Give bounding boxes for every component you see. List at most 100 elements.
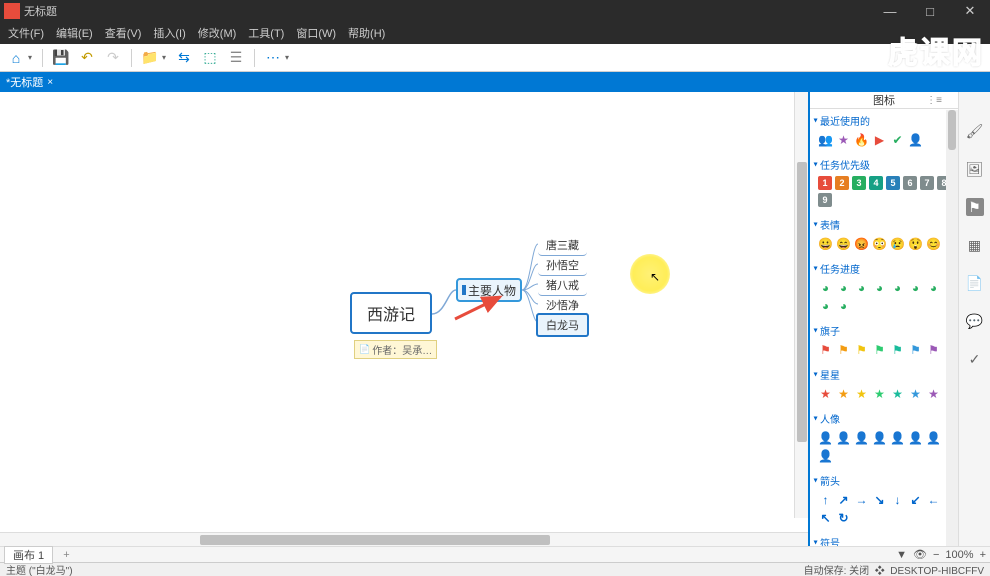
recent-icon[interactable]: 👤 bbox=[908, 132, 923, 147]
flag-icon[interactable]: ⚑ bbox=[818, 342, 833, 357]
recent-icon[interactable]: ★ bbox=[836, 132, 851, 147]
arrow-icon[interactable]: ← bbox=[926, 492, 941, 507]
menu-file[interactable]: 文件(F) bbox=[4, 23, 48, 43]
scrollbar-thumb[interactable] bbox=[200, 535, 550, 545]
rail-marker-icon[interactable]: ⚑ bbox=[966, 198, 984, 216]
zoom-in-button[interactable]: + bbox=[980, 549, 986, 561]
rail-format-icon[interactable]: 🖌 bbox=[966, 122, 984, 140]
root-note[interactable]: 📄 作者：吴承… bbox=[354, 340, 437, 359]
arrow-icon[interactable]: ↘ bbox=[872, 492, 887, 507]
filter-icon[interactable]: ▼ bbox=[896, 549, 907, 561]
mindmap-leaf-node-selected[interactable]: 白龙马 bbox=[536, 313, 589, 337]
arrow-icon[interactable]: ↓ bbox=[890, 492, 905, 507]
more-dropdown[interactable]: ▾ bbox=[285, 53, 289, 62]
rail-comment-icon[interactable]: 💬 bbox=[966, 312, 984, 330]
person-icon[interactable]: 👤 bbox=[890, 430, 905, 445]
progress-icon[interactable]: ◕ bbox=[818, 280, 833, 295]
arrow-icon[interactable]: ↑ bbox=[818, 492, 833, 507]
flag-icon[interactable]: ⚑ bbox=[926, 342, 941, 357]
mindmap-branch-node[interactable]: 主要人物 bbox=[456, 278, 522, 302]
smiley-icon[interactable]: 😲 bbox=[908, 236, 923, 251]
priority-icon[interactable]: 2 bbox=[835, 176, 849, 190]
star-icon[interactable]: ★ bbox=[818, 386, 833, 401]
progress-icon[interactable]: ◕ bbox=[926, 280, 941, 295]
menu-modify[interactable]: 修改(M) bbox=[194, 23, 241, 43]
star-icon[interactable]: ★ bbox=[836, 386, 851, 401]
smiley-icon[interactable]: 😊 bbox=[926, 236, 941, 251]
redo-icon[interactable]: ↷ bbox=[105, 50, 121, 66]
priority-icon[interactable]: 5 bbox=[886, 176, 900, 190]
arrow-icon[interactable]: ↻ bbox=[836, 510, 851, 525]
mindmap-canvas[interactable]: 西游记 📄 作者：吴承… 主要人物 唐三藏 孙悟空 猪八戒 沙悟净 白龙马 ↖ bbox=[0, 92, 808, 532]
share-icon[interactable]: ⇆ bbox=[176, 50, 192, 66]
section-recent[interactable]: 最近使用的 bbox=[814, 111, 954, 130]
rail-image-icon[interactable]: 🖼 bbox=[966, 160, 984, 178]
section-priority[interactable]: 任务优先级 bbox=[814, 155, 954, 174]
progress-icon[interactable]: ◕ bbox=[836, 298, 851, 313]
menu-window[interactable]: 窗口(W) bbox=[292, 23, 340, 43]
tab-close-icon[interactable]: × bbox=[47, 77, 53, 88]
rail-check-icon[interactable]: ✓ bbox=[966, 350, 984, 368]
arrow-icon[interactable]: → bbox=[854, 492, 869, 507]
mindmap-root-node[interactable]: 西游记 bbox=[350, 292, 432, 334]
person-icon[interactable]: 👤 bbox=[818, 430, 833, 445]
list-icon[interactable]: ☰ bbox=[228, 50, 244, 66]
arrow-icon[interactable]: ↗ bbox=[836, 492, 851, 507]
smiley-icon[interactable]: 😢 bbox=[890, 236, 905, 251]
mindmap-leaf-node[interactable]: 孙悟空 bbox=[538, 255, 587, 276]
section-stars[interactable]: 星星 bbox=[814, 365, 954, 384]
progress-icon[interactable]: ◕ bbox=[854, 280, 869, 295]
smiley-icon[interactable]: 😄 bbox=[836, 236, 851, 251]
star-icon[interactable]: ★ bbox=[926, 386, 941, 401]
progress-icon[interactable]: ◕ bbox=[836, 280, 851, 295]
recent-icon[interactable]: ✔ bbox=[890, 132, 905, 147]
canvas-scrollbar-vertical[interactable] bbox=[794, 92, 808, 518]
menu-tools[interactable]: 工具(T) bbox=[244, 23, 288, 43]
section-arrows[interactable]: 箭头 bbox=[814, 471, 954, 490]
progress-icon[interactable]: ◕ bbox=[890, 280, 905, 295]
add-sheet-button[interactable]: + bbox=[57, 549, 75, 561]
smiley-icon[interactable]: 😀 bbox=[818, 236, 833, 251]
star-icon[interactable]: ★ bbox=[854, 386, 869, 401]
home-dropdown[interactable]: ▾ bbox=[28, 53, 32, 62]
person-icon[interactable]: 👤 bbox=[836, 430, 851, 445]
flag-icon[interactable]: ⚑ bbox=[836, 342, 851, 357]
star-icon[interactable]: ★ bbox=[890, 386, 905, 401]
scrollbar-thumb[interactable] bbox=[948, 110, 956, 150]
rail-task-icon[interactable]: ▦ bbox=[966, 236, 984, 254]
person-icon[interactable]: 👤 bbox=[872, 430, 887, 445]
menu-edit[interactable]: 编辑(E) bbox=[52, 23, 97, 43]
star-icon[interactable]: ★ bbox=[908, 386, 923, 401]
priority-icon[interactable]: 3 bbox=[852, 176, 866, 190]
progress-icon[interactable]: ◕ bbox=[818, 298, 833, 313]
scrollbar-thumb[interactable] bbox=[797, 162, 807, 442]
canvas-scrollbar-horizontal[interactable] bbox=[0, 532, 808, 546]
sheet-tab[interactable]: 画布 1 bbox=[4, 546, 53, 564]
recent-icon[interactable]: ▶ bbox=[872, 132, 887, 147]
star-icon[interactable]: ★ bbox=[872, 386, 887, 401]
section-flags[interactable]: 旗子 bbox=[814, 321, 954, 340]
smiley-icon[interactable]: 😳 bbox=[872, 236, 887, 251]
save-icon[interactable]: 💾 bbox=[53, 50, 69, 66]
menu-insert[interactable]: 插入(I) bbox=[149, 23, 189, 43]
home-icon[interactable]: ⌂ bbox=[8, 50, 24, 66]
arrow-icon[interactable]: ↙ bbox=[908, 492, 923, 507]
undo-icon[interactable]: ↶ bbox=[79, 50, 95, 66]
priority-icon[interactable]: 6 bbox=[903, 176, 917, 190]
mindmap-leaf-node[interactable]: 猪八戒 bbox=[538, 275, 587, 296]
menu-help[interactable]: 帮助(H) bbox=[344, 23, 389, 43]
more-icon[interactable]: ⋯ bbox=[265, 50, 281, 66]
flag-icon[interactable]: ⚑ bbox=[854, 342, 869, 357]
document-tab[interactable]: *无标题 × bbox=[0, 72, 59, 92]
priority-icon[interactable]: 9 bbox=[818, 193, 832, 207]
menu-view[interactable]: 查看(V) bbox=[101, 23, 146, 43]
person-icon[interactable]: 👤 bbox=[854, 430, 869, 445]
minimize-button[interactable]: — bbox=[870, 0, 910, 22]
mindmap-leaf-node[interactable]: 唐三藏 bbox=[538, 235, 587, 256]
priority-icon[interactable]: 4 bbox=[869, 176, 883, 190]
panel-menu-icon[interactable]: ⋮≡ bbox=[926, 95, 942, 106]
person-icon[interactable]: 👤 bbox=[908, 430, 923, 445]
recent-icon[interactable]: 🔥 bbox=[854, 132, 869, 147]
section-progress[interactable]: 任务进度 bbox=[814, 259, 954, 278]
flag-icon[interactable]: ⚑ bbox=[872, 342, 887, 357]
